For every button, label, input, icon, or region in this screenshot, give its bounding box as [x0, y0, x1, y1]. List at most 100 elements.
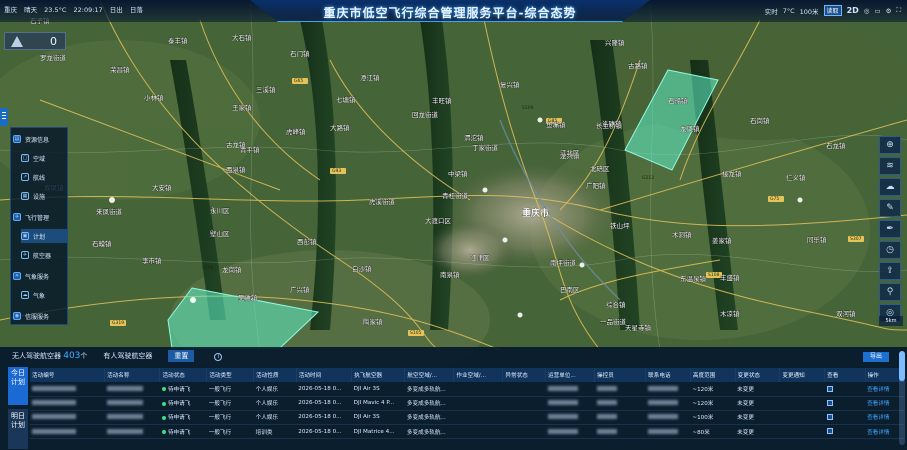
- table-cell: [453, 410, 503, 426]
- clock-icon[interactable]: ◷: [879, 241, 901, 259]
- sunset-label: 日落: [129, 6, 143, 14]
- export-button[interactable]: 导出: [863, 352, 889, 362]
- view-checkbox[interactable]: [826, 428, 833, 435]
- pin-icon[interactable]: ⚲: [879, 283, 901, 301]
- table-cell: 个人娱乐: [253, 382, 297, 397]
- mode-badge[interactable]: 读取: [823, 5, 842, 16]
- weather-strip: 重庆 晴天 23.5°C 22:09:17 日出 日落: [4, 4, 148, 14]
- table-row[interactable]: 待申请飞 一般飞行 培训类 2026-05-18 0... DJI Matrice 4.…: [30, 424, 904, 440]
- table-cell: 未变更: [735, 410, 780, 426]
- tab-manned[interactable]: 有人驾驶航空器: [103, 351, 152, 361]
- menu-item-info-service[interactable]: ◉ 信服服务: [13, 309, 67, 323]
- table-cell: 待申请飞: [159, 382, 207, 397]
- gear-icon[interactable]: ⚙: [886, 7, 892, 15]
- table-cell: [594, 410, 646, 426]
- menu-item-weather-service[interactable]: ☀ 气象服务: [13, 269, 67, 283]
- menu-item-flight[interactable]: ✈ 飞行管理: [13, 210, 67, 224]
- column-header[interactable]: 活动性质: [253, 368, 297, 382]
- column-header[interactable]: 操控员: [594, 368, 647, 382]
- view-detail-link[interactable]: 查看详情: [867, 401, 889, 407]
- map-place-label: 七塘镇: [336, 95, 356, 104]
- redacted-operator-unit: [547, 428, 578, 434]
- globe-icon[interactable]: ◎: [864, 7, 870, 15]
- menu-item-facility[interactable]: ▦ 设施: [21, 189, 67, 203]
- view-detail-link[interactable]: 查看详情: [867, 415, 889, 421]
- airspace-text: 多变成多轨航...: [406, 429, 446, 436]
- column-header[interactable]: 作业空域/...: [453, 368, 504, 382]
- column-header[interactable]: 航空空域/...: [404, 368, 455, 382]
- redacted-name: [106, 385, 143, 391]
- reset-button[interactable]: 重置: [168, 350, 195, 362]
- view-checkbox[interactable]: [826, 414, 833, 421]
- column-header[interactable]: 异常状态: [502, 368, 547, 382]
- table-cell: [104, 382, 160, 397]
- alert-counter[interactable]: 0: [4, 32, 66, 50]
- menu-toggle-button[interactable]: [0, 108, 8, 126]
- table-row[interactable]: 待申请飞 一般飞行 个人娱乐 2026-05-18 0... DJI Air 3S 多变成…: [30, 410, 904, 426]
- column-header[interactable]: 运营单位...: [545, 368, 596, 382]
- column-header[interactable]: 变更通知: [779, 368, 826, 382]
- view-detail-link[interactable]: 查看详情: [867, 430, 889, 436]
- column-header[interactable]: 操作: [865, 368, 905, 382]
- map-place-label: 木洞镇: [672, 230, 692, 239]
- menu-item-weather[interactable]: ☁ 气象: [21, 288, 67, 302]
- map-place-label: 复兴镇: [500, 80, 520, 89]
- info-button[interactable]: i: [210, 352, 223, 361]
- column-header[interactable]: 活动状态: [159, 368, 208, 382]
- view-checkbox[interactable]: [826, 385, 833, 392]
- panel-tabs: 无人驾驶航空器 403个 有人驾驶航空器 重置 i: [0, 347, 907, 365]
- table-row[interactable]: 待申请飞 一般飞行 个人娱乐 2026-05-18 0... DJI Mavic 4 P…: [30, 396, 904, 411]
- table-scrollbar[interactable]: [899, 351, 905, 445]
- table-cell: [645, 382, 691, 397]
- road-shield-label: G319: [112, 320, 124, 326]
- column-header[interactable]: 高度范围: [690, 368, 736, 382]
- menu-item-airspace[interactable]: ▢ 空域: [21, 151, 67, 165]
- column-header[interactable]: 执飞航空器: [351, 368, 406, 382]
- live-label[interactable]: 实时: [765, 6, 778, 16]
- layers-icon[interactable]: ≋: [879, 157, 901, 175]
- column-header[interactable]: 活动编号: [30, 368, 106, 382]
- menu-label: 空域: [33, 155, 46, 163]
- map-place-label: 西彭镇: [297, 237, 317, 246]
- monitor-icon[interactable]: ▭: [874, 7, 880, 15]
- weather-tool-icon[interactable]: ☁: [879, 178, 901, 196]
- menu-label: 计划: [33, 233, 46, 241]
- wind-label: 100米: [799, 7, 819, 16]
- road-shield-label: S109: [522, 105, 534, 111]
- table-row[interactable]: 待申请飞 一般飞行 个人娱乐 2026-05-18 0... DJI Air 3S 多变成…: [30, 382, 904, 397]
- table-cell: [779, 382, 825, 397]
- draw-icon[interactable]: ✎: [879, 199, 901, 217]
- column-header[interactable]: 联系电话: [645, 368, 691, 382]
- tab-label: 有人驾驶航空器: [103, 352, 153, 360]
- menu-item-resource[interactable]: ▤ 资源信息: [13, 132, 67, 146]
- column-header[interactable]: 活动时间: [296, 368, 353, 382]
- redacted-id: [32, 428, 76, 434]
- menu-item-plan[interactable]: ▣ 计划: [21, 229, 67, 243]
- upload-icon[interactable]: ⇪: [879, 262, 901, 280]
- scroll-thumb[interactable]: [899, 351, 905, 381]
- today-plan-tab[interactable]: 今日计划: [8, 367, 28, 405]
- pen-icon[interactable]: ✒: [879, 220, 901, 238]
- column-header[interactable]: 查看: [824, 368, 866, 382]
- table-cell: [824, 396, 866, 411]
- fullscreen-icon[interactable]: ⛶: [896, 6, 901, 15]
- table-cell: [30, 382, 105, 397]
- plan-icon: ▣: [21, 232, 29, 240]
- map-place-label: 渭沱镇: [464, 133, 484, 142]
- aircraft-text: DJI Mavic 4 P...: [353, 400, 395, 407]
- menu-item-route[interactable]: ↗ 航线: [21, 170, 67, 184]
- compass-icon[interactable]: ⊕: [879, 136, 901, 154]
- menu-item-aircraft[interactable]: ✈ 航空器: [21, 248, 67, 262]
- view-checkbox[interactable]: [826, 400, 833, 407]
- left-menu: ▤ 资源信息 ▢ 空域 ↗ 航线 ▦ 设施 ✈ 飞行管理 ▣ 计划 ✈ 航空器 ☀ 气象服务 ☁…: [10, 127, 68, 325]
- tab-unmanned[interactable]: 无人驾驶航空器 403个: [12, 351, 87, 361]
- menu-label: 气象: [33, 292, 46, 300]
- column-header[interactable]: 变更状态: [735, 368, 781, 382]
- column-header[interactable]: 活动类型: [206, 368, 255, 382]
- unmanned-count: 403: [63, 351, 81, 361]
- tomorrow-plan-tab[interactable]: 明日计划: [8, 409, 28, 449]
- column-header[interactable]: 活动名称: [104, 368, 161, 382]
- view-2d-toggle[interactable]: 2D: [847, 6, 859, 15]
- view-detail-link[interactable]: 查看详情: [867, 387, 889, 393]
- table-cell: DJI Mavic 4 P...: [351, 396, 405, 411]
